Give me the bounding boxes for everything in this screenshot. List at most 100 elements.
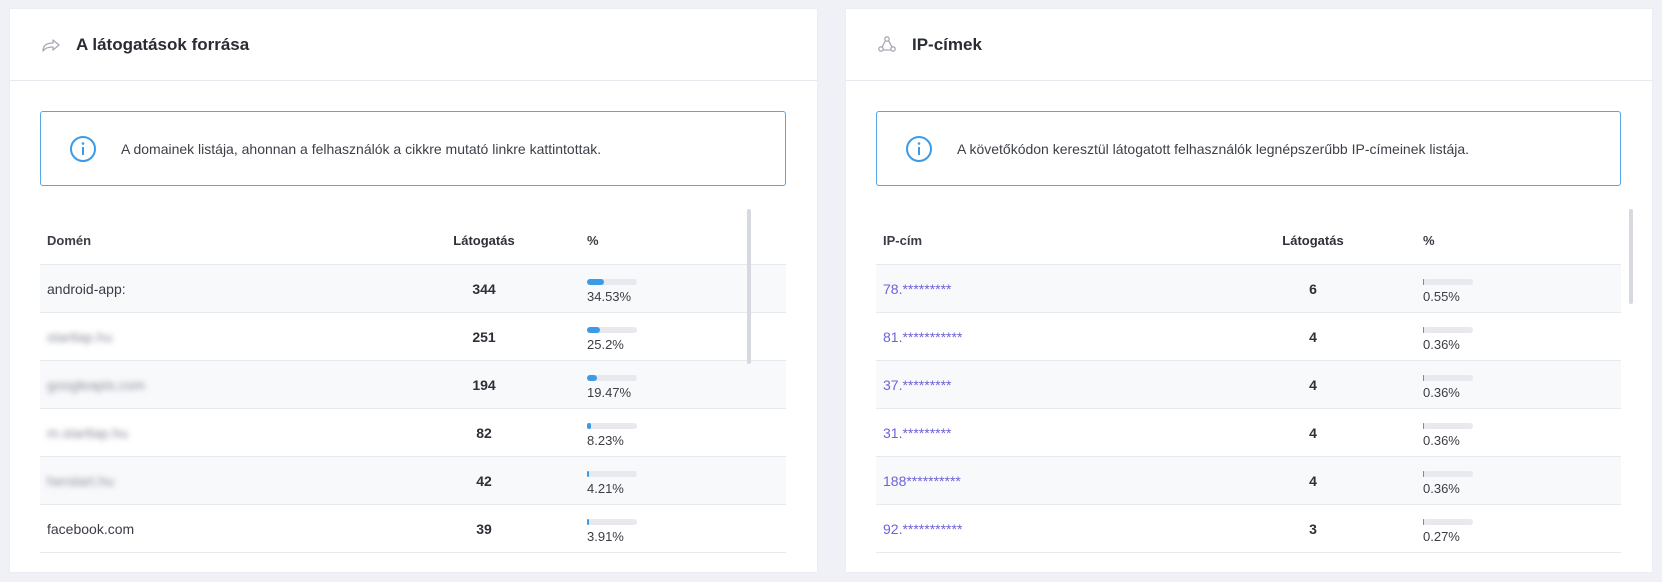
ip-link[interactable]: 188********** xyxy=(876,473,1243,489)
table-row: 92.*********** 3 0.27% xyxy=(876,505,1621,553)
percent-bar-fill xyxy=(587,519,589,525)
traffic-sources-card: A látogatások forrása A domainek listája… xyxy=(10,9,817,572)
percent-cell: 0.36% xyxy=(1383,369,1473,400)
percent-bar-fill xyxy=(1423,327,1424,333)
percent-bar xyxy=(1423,279,1473,285)
info-text: A követőkódon keresztül látogatott felha… xyxy=(957,140,1470,157)
scrollbar[interactable] xyxy=(1629,209,1633,304)
percent-value: 0.27% xyxy=(1423,529,1460,544)
column-header-domain[interactable]: Domén xyxy=(40,233,421,248)
percent-bar-fill xyxy=(587,423,592,429)
percent-bar xyxy=(1423,423,1473,429)
info-circle-icon xyxy=(70,135,96,162)
table-row: 37.********* 4 0.36% xyxy=(876,361,1621,409)
table-row: startlap.hu 251 25.2% xyxy=(40,313,786,361)
visit-count: 42 xyxy=(476,472,492,489)
percent-bar-fill xyxy=(1423,423,1424,429)
percent-bar xyxy=(587,471,637,477)
percent-cell: 0.36% xyxy=(1383,417,1473,448)
card-header: IP-címek xyxy=(846,9,1652,81)
percent-cell: 19.47% xyxy=(547,369,637,400)
ip-link[interactable]: 78.********* xyxy=(876,281,1243,297)
percent-value: 4.21% xyxy=(587,481,624,496)
visit-count: 82 xyxy=(476,424,492,441)
percent-bar-fill xyxy=(587,279,605,285)
visit-count: 4 xyxy=(1309,472,1317,489)
percent-value: 0.55% xyxy=(1423,289,1460,304)
ip-link[interactable]: 37.********* xyxy=(876,377,1243,393)
percent-cell: 0.27% xyxy=(1383,513,1473,544)
percent-value: 0.36% xyxy=(1423,433,1460,448)
domain-name: startlap.hu xyxy=(47,328,113,345)
percent-value: 0.36% xyxy=(1423,385,1460,400)
card-title: A látogatások forrása xyxy=(76,34,250,54)
table-row: googleapis.com 194 19.47% xyxy=(40,361,786,409)
ip-addresses-card: IP-címek A követőkódon keresztül látogat… xyxy=(846,9,1652,572)
ip-link[interactable]: 92.*********** xyxy=(876,521,1243,537)
visit-count: 4 xyxy=(1309,376,1317,393)
column-header-ip[interactable]: IP-cím xyxy=(876,233,1243,248)
visit-count: 4 xyxy=(1309,424,1317,441)
visit-count: 4 xyxy=(1309,328,1317,345)
percent-value: 3.91% xyxy=(587,529,624,544)
domain-name: googleapis.com xyxy=(47,376,146,393)
percent-value: 0.36% xyxy=(1423,481,1460,496)
table-row: 78.********* 6 0.55% xyxy=(876,265,1621,313)
percent-cell: 8.23% xyxy=(547,417,637,448)
card-title: IP-címek xyxy=(912,34,982,54)
percent-cell: 0.36% xyxy=(1383,465,1473,496)
ip-link[interactable]: 81.*********** xyxy=(876,329,1243,345)
visit-count: 251 xyxy=(472,328,496,345)
domains-table: Domén Látogatás % android-app: 344 34.53% s… xyxy=(40,217,786,553)
domain-name: m.startlap.hu xyxy=(47,424,128,441)
visit-count: 39 xyxy=(476,520,492,537)
percent-bar xyxy=(587,375,637,381)
table-row: m.startlap.hu 82 8.23% xyxy=(40,409,786,457)
info-circle-icon xyxy=(906,135,932,162)
percent-bar xyxy=(1423,519,1473,525)
percent-bar-fill xyxy=(587,375,597,381)
table-row: facebook.com 39 3.91% xyxy=(40,505,786,553)
info-box: A domainek listája, ahonnan a felhasznál… xyxy=(40,111,786,186)
table-row: 81.*********** 4 0.36% xyxy=(876,313,1621,361)
percent-bar-fill xyxy=(1423,471,1424,477)
percent-bar-fill xyxy=(587,471,590,477)
card-header: A látogatások forrása xyxy=(10,9,817,81)
percent-bar xyxy=(587,423,637,429)
column-header-visits[interactable]: Látogatás xyxy=(421,233,547,248)
ip-table: IP-cím Látogatás % 78.********* 6 0.55% 81.… xyxy=(876,217,1621,553)
table-row: 188********** 4 0.36% xyxy=(876,457,1621,505)
domain-name: facebook.com xyxy=(47,520,135,537)
percent-bar-fill xyxy=(1423,279,1424,285)
info-text: A domainek listája, ahonnan a felhasznál… xyxy=(121,140,602,157)
visit-count: 6 xyxy=(1309,280,1317,297)
percent-bar-fill xyxy=(587,327,600,333)
percent-cell: 3.91% xyxy=(547,513,637,544)
percent-bar xyxy=(587,519,637,525)
percent-value: 0.36% xyxy=(1423,337,1460,352)
domain-name: android-app: xyxy=(47,280,126,297)
table-header: Domén Látogatás % xyxy=(40,217,786,265)
visit-count: 3 xyxy=(1309,520,1317,537)
percent-cell: 0.55% xyxy=(1383,273,1473,304)
table-row: herstart.hu 42 4.21% xyxy=(40,457,786,505)
percent-cell: 0.36% xyxy=(1383,321,1473,352)
share-arrow-icon xyxy=(40,34,62,56)
scrollbar[interactable] xyxy=(747,209,751,364)
percent-cell: 25.2% xyxy=(547,321,637,352)
percent-value: 8.23% xyxy=(587,433,624,448)
ip-link[interactable]: 31.********* xyxy=(876,425,1243,441)
column-header-percent[interactable]: % xyxy=(547,233,599,248)
percent-bar xyxy=(1423,327,1473,333)
info-box: A követőkódon keresztül látogatott felha… xyxy=(876,111,1621,186)
visit-count: 344 xyxy=(472,280,496,297)
table-row: android-app: 344 34.53% xyxy=(40,265,786,313)
network-nodes-icon xyxy=(876,34,898,56)
column-header-percent[interactable]: % xyxy=(1383,233,1435,248)
percent-bar-fill xyxy=(1423,375,1424,381)
percent-bar xyxy=(1423,375,1473,381)
domain-name: herstart.hu xyxy=(47,472,114,489)
table-row: 31.********* 4 0.36% xyxy=(876,409,1621,457)
percent-value: 19.47% xyxy=(587,385,632,400)
column-header-visits[interactable]: Látogatás xyxy=(1243,233,1383,248)
